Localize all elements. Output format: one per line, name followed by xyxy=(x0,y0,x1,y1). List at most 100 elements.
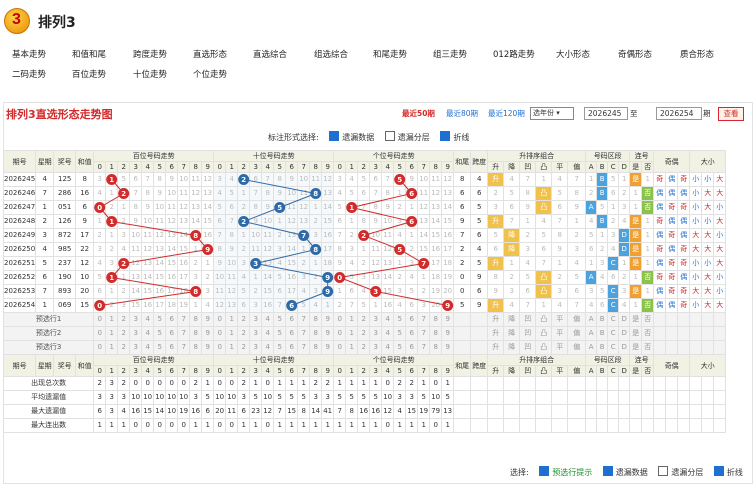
preselect-pailie[interactable]: 偏 xyxy=(567,340,587,355)
preselect-qujian[interactable]: B xyxy=(596,312,609,327)
preselect-qujian[interactable]: B xyxy=(596,326,609,341)
preselect-digit[interactable]: 2 xyxy=(117,340,131,355)
nav-item[interactable]: 基本走势 xyxy=(12,48,46,60)
nav-item[interactable]: 直选形态 xyxy=(193,48,227,60)
preselect-digit[interactable]: 3 xyxy=(369,326,383,341)
preselect-digit[interactable]: 0 xyxy=(93,326,107,341)
preselect-pailie[interactable]: 升 xyxy=(487,340,505,355)
query-button[interactable]: 查看 xyxy=(718,107,744,121)
preselect-digit[interactable]: 1 xyxy=(225,340,239,355)
preselect-lianhao[interactable]: 否 xyxy=(641,312,655,327)
preselect-digit[interactable]: 0 xyxy=(93,312,107,327)
preselect-digit[interactable]: 9 xyxy=(321,312,335,327)
from-issue-input[interactable]: 2026245 xyxy=(584,107,628,120)
nav-item[interactable]: 组三走势 xyxy=(433,48,467,60)
recent-120-link[interactable]: 最近120期 xyxy=(488,108,525,119)
preselect-digit[interactable]: 8 xyxy=(309,326,323,341)
preselect-qujian[interactable]: B xyxy=(596,340,609,355)
preselect-digit[interactable]: 7 xyxy=(297,312,311,327)
nav-item[interactable]: 十位走势 xyxy=(133,68,167,80)
preselect-digit[interactable]: 4 xyxy=(141,326,155,341)
preselect-digit[interactable]: 1 xyxy=(345,326,359,341)
preselect-pailie[interactable]: 平 xyxy=(551,326,569,341)
preselect-digit[interactable]: 3 xyxy=(369,340,383,355)
preselect-qujian[interactable]: C xyxy=(607,312,620,327)
preselect-digit[interactable]: 0 xyxy=(333,312,347,327)
preselect-digit[interactable]: 2 xyxy=(237,312,251,327)
preselect-digit[interactable]: 0 xyxy=(213,340,227,355)
preselect-digit[interactable]: 9 xyxy=(201,326,215,341)
preselect-pailie[interactable]: 偏 xyxy=(567,326,587,341)
preselect-digit[interactable]: 5 xyxy=(153,340,167,355)
preselect-digit[interactable]: 2 xyxy=(237,326,251,341)
preselect-digit[interactable]: 4 xyxy=(381,312,395,327)
preselect-digit[interactable]: 8 xyxy=(189,326,203,341)
preselect-pailie[interactable]: 凸 xyxy=(535,340,553,355)
preselect-digit[interactable]: 6 xyxy=(405,340,419,355)
preselect-qujian[interactable]: C xyxy=(607,326,620,341)
nav-item[interactable]: 百位走势 xyxy=(72,68,106,80)
preselect-digit[interactable]: 9 xyxy=(321,326,335,341)
preselect-qujian[interactable]: A xyxy=(585,326,598,341)
preselect-digit[interactable]: 2 xyxy=(117,326,131,341)
preselect-pailie[interactable]: 凹 xyxy=(519,340,537,355)
preselect-digit[interactable]: 8 xyxy=(429,326,443,341)
preselect-qujian[interactable]: D xyxy=(618,312,631,327)
preselect-digit[interactable]: 4 xyxy=(381,326,395,341)
preselect-digit[interactable]: 7 xyxy=(297,326,311,341)
preselect-digit[interactable]: 0 xyxy=(93,340,107,355)
preselect-row[interactable]: 预选行2 0 1 2 3 4 5 6 7 8 9 0 1 2 3 4 5 6 7 8 9 0 1 2 3 4 5 6 7 8 9 升降凹凸平偏… xyxy=(2,326,727,341)
preselect-digit[interactable]: 1 xyxy=(345,340,359,355)
preselect-digit[interactable]: 5 xyxy=(273,340,287,355)
preselect-digit[interactable]: 3 xyxy=(249,326,263,341)
checkbox-bottom-polyline[interactable] xyxy=(713,466,724,476)
preselect-digit[interactable]: 5 xyxy=(153,312,167,327)
preselect-digit[interactable]: 7 xyxy=(177,340,191,355)
preselect-digit[interactable]: 4 xyxy=(261,326,275,341)
preselect-lianhao[interactable]: 否 xyxy=(641,326,655,341)
preselect-digit[interactable]: 4 xyxy=(141,312,155,327)
preselect-digit[interactable]: 2 xyxy=(357,326,371,341)
preselect-digit[interactable]: 1 xyxy=(105,312,119,327)
preselect-digit[interactable]: 7 xyxy=(417,340,431,355)
preselect-digit[interactable]: 8 xyxy=(189,312,203,327)
preselect-digit[interactable]: 3 xyxy=(249,340,263,355)
preselect-digit[interactable]: 7 xyxy=(417,312,431,327)
preselect-digit[interactable]: 9 xyxy=(201,312,215,327)
preselect-digit[interactable]: 2 xyxy=(117,312,131,327)
preselect-digit[interactable]: 6 xyxy=(165,326,179,341)
preselect-pailie[interactable]: 凹 xyxy=(519,326,537,341)
preselect-lianhao[interactable]: 是 xyxy=(629,326,643,341)
preselect-digit[interactable]: 9 xyxy=(321,340,335,355)
checkbox-omit-layer[interactable] xyxy=(384,131,395,141)
preselect-digit[interactable]: 9 xyxy=(441,340,455,355)
nav-item[interactable]: 大小形态 xyxy=(556,48,590,60)
preselect-pailie[interactable]: 降 xyxy=(503,340,521,355)
preselect-digit[interactable]: 6 xyxy=(165,312,179,327)
preselect-digit[interactable]: 3 xyxy=(129,340,143,355)
nav-item[interactable]: 012路走势 xyxy=(493,48,535,60)
preselect-digit[interactable]: 7 xyxy=(417,326,431,341)
preselect-digit[interactable]: 5 xyxy=(273,326,287,341)
preselect-digit[interactable]: 5 xyxy=(393,326,407,341)
preselect-row[interactable]: 预选行3 0 1 2 3 4 5 6 7 8 9 0 1 2 3 4 5 6 7 8 9 0 1 2 3 4 5 6 7 8 9 升降凹凸平偏… xyxy=(2,340,727,355)
checkbox-polyline[interactable] xyxy=(440,131,451,141)
year-select[interactable]: 选年份 ▾ xyxy=(530,107,574,120)
preselect-digit[interactable]: 6 xyxy=(405,326,419,341)
preselect-digit[interactable]: 0 xyxy=(333,340,347,355)
preselect-pailie[interactable]: 凸 xyxy=(535,312,553,327)
preselect-digit[interactable]: 1 xyxy=(225,312,239,327)
preselect-digit[interactable]: 9 xyxy=(201,340,215,355)
checkbox-preselect-hint[interactable] xyxy=(539,466,550,476)
preselect-digit[interactable]: 8 xyxy=(429,340,443,355)
checkbox-bottom-omit-data[interactable] xyxy=(602,466,613,476)
preselect-digit[interactable]: 8 xyxy=(309,312,323,327)
preselect-digit[interactable]: 3 xyxy=(249,312,263,327)
preselect-digit[interactable]: 6 xyxy=(405,312,419,327)
preselect-digit[interactable]: 2 xyxy=(237,340,251,355)
preselect-digit[interactable]: 2 xyxy=(357,340,371,355)
preselect-digit[interactable]: 5 xyxy=(393,312,407,327)
preselect-digit[interactable]: 3 xyxy=(369,312,383,327)
preselect-digit[interactable]: 3 xyxy=(129,312,143,327)
preselect-row[interactable]: 预选行1 0 1 2 3 4 5 6 7 8 9 0 1 2 3 4 5 6 7 8 9 0 1 2 3 4 5 6 7 8 9 升降凹凸平偏… xyxy=(2,312,727,327)
